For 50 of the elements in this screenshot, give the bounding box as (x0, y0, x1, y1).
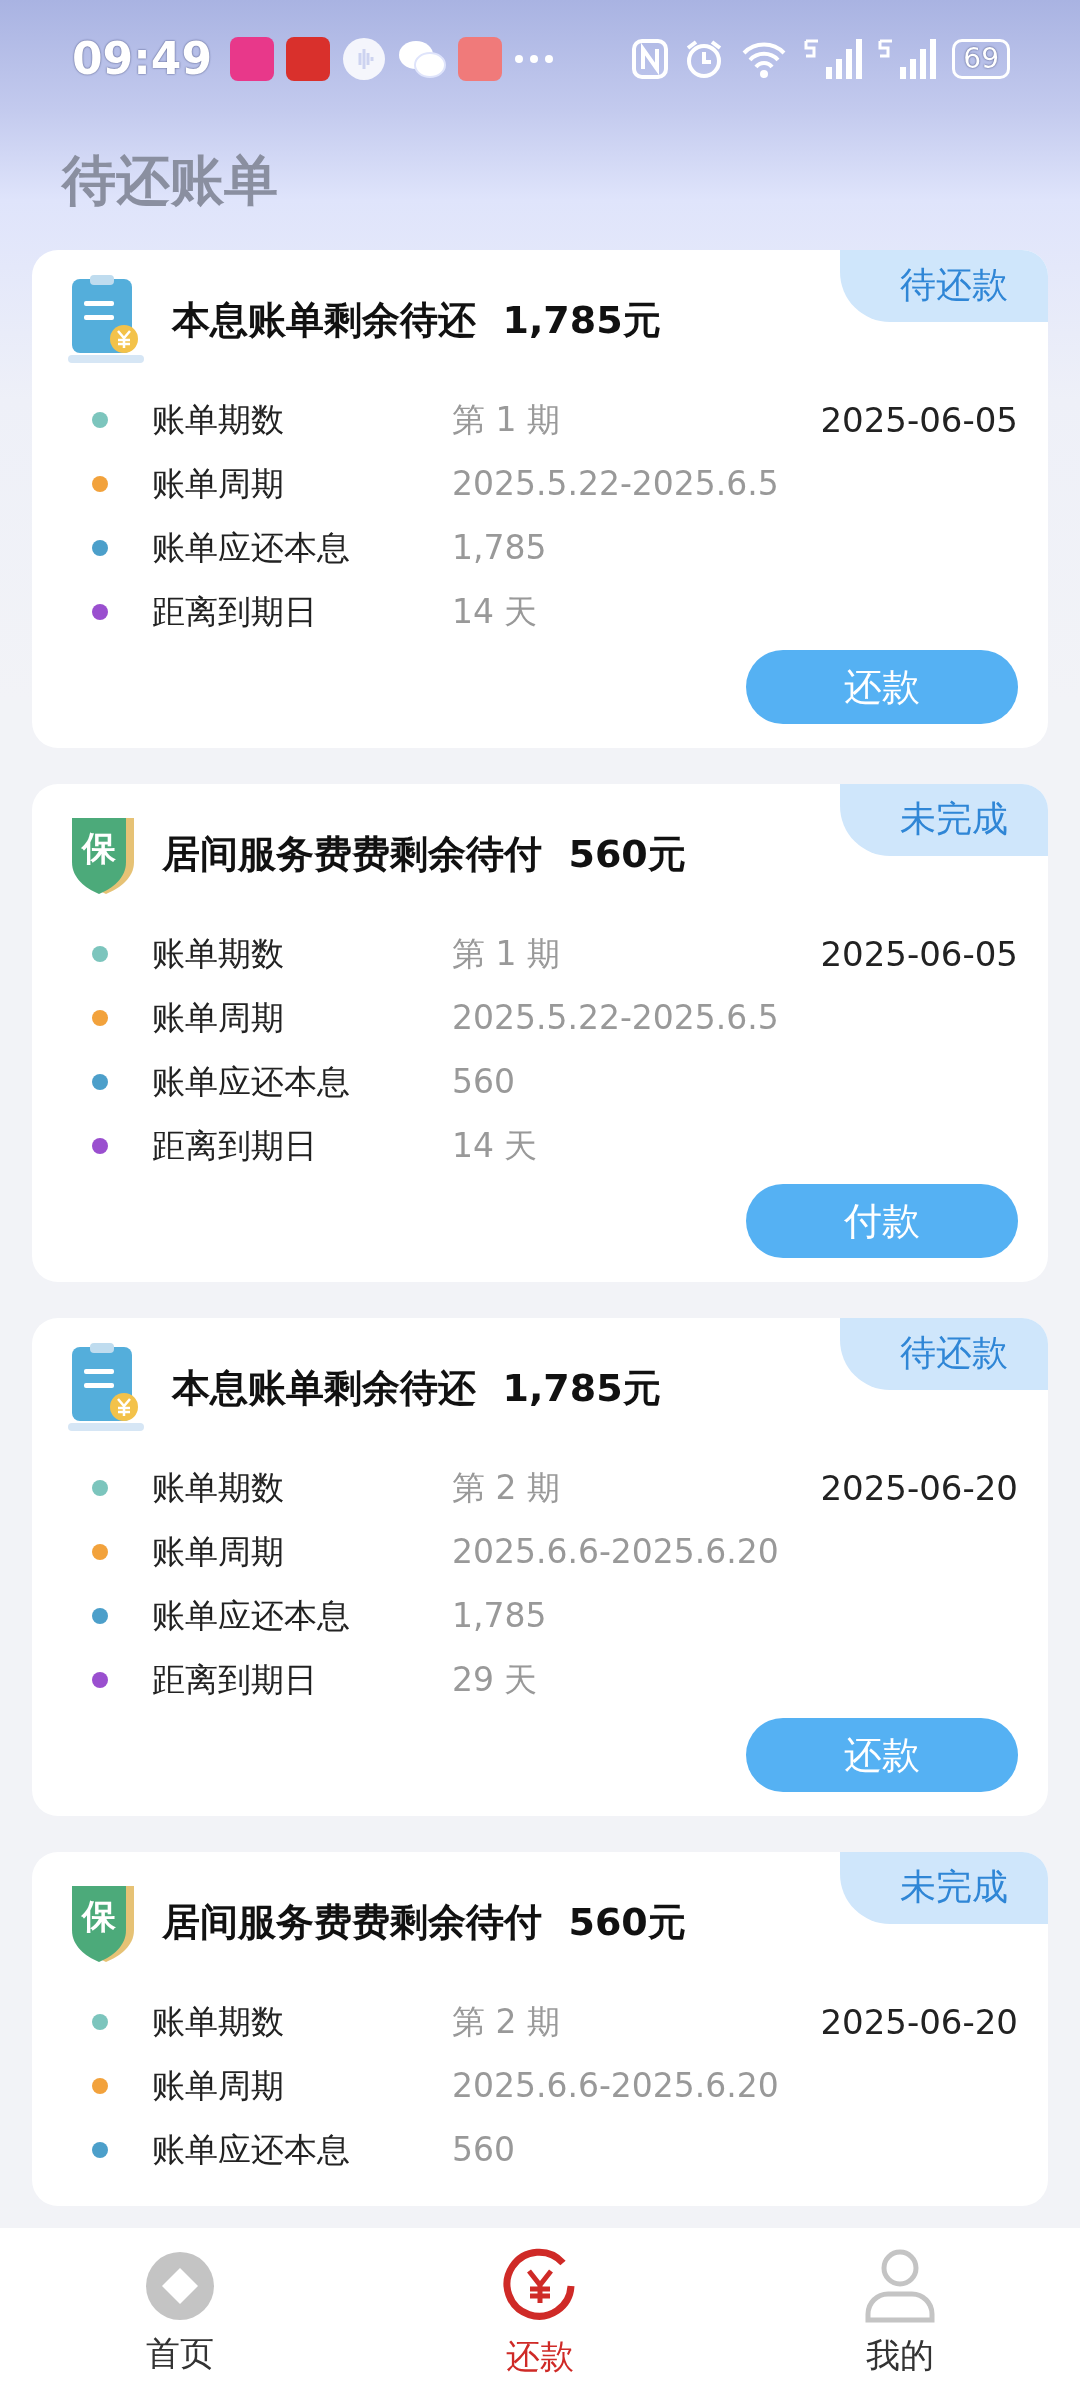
row-label: 账单周期 (152, 463, 285, 506)
row-value: 2025.6.6-2025.6.20 (452, 2065, 780, 2108)
row-value: 2025.5.22-2025.6.5 (452, 463, 780, 506)
row-label: 账单应还本息 (152, 527, 351, 570)
bill-title: 本息账单剩余待还 1,785元 (172, 1364, 661, 1412)
status-tag: 待还款 (840, 1318, 1048, 1390)
row-label: 距离到期日 (152, 1125, 318, 1168)
row-label: 账单应还本息 (152, 1061, 351, 1104)
nav-tab[interactable]: 首页 (0, 2228, 360, 2400)
status-time: 09:49 (72, 32, 213, 86)
row-label: 距离到期日 (152, 591, 318, 634)
row-value: 2025.6.6-2025.6.20 (452, 1531, 780, 1574)
row-value: 1,785 (452, 1595, 548, 1638)
row-value: 第 1 期 (452, 933, 561, 976)
row-value: 14 天 (452, 1125, 539, 1168)
row-label: 账单周期 (152, 997, 285, 1040)
row-value: 第 2 期 (452, 2001, 561, 2044)
row-label: 账单期数 (152, 933, 285, 976)
status-tag: 未完成 (840, 784, 1048, 856)
row-label: 账单应还本息 (152, 1595, 351, 1638)
row-label: 账单期数 (152, 2001, 285, 2044)
row-value: 第 2 期 (452, 1467, 561, 1510)
shield-label: 保 (80, 828, 117, 868)
status-tag: 未完成 (840, 1852, 1048, 1924)
bill-title: 居间服务费费剩余待付 560元 (162, 830, 686, 878)
row-value: 2025.5.22-2025.6.5 (452, 997, 780, 1040)
due-date: 2025-06-20 (820, 2000, 1018, 2044)
row-label: 距离到期日 (152, 1659, 318, 1702)
row-value: 第 1 期 (452, 399, 561, 442)
row-value: 14 天 (452, 591, 539, 634)
row-value: 560 (452, 1061, 516, 1104)
due-date: 2025-06-05 (820, 932, 1018, 976)
row-label: 账单应还本息 (152, 2129, 351, 2172)
row-label: 账单期数 (152, 1467, 285, 1510)
due-date: 2025-06-05 (820, 398, 1018, 442)
row-value: 29 天 (452, 1659, 539, 1702)
status-tag: 待还款 (840, 250, 1048, 322)
page-title: 待还账单 (60, 148, 279, 214)
battery-level: 69 (952, 39, 1010, 79)
nav-tab[interactable]: 还款 (360, 2228, 720, 2400)
row-label: 账单期数 (152, 399, 285, 442)
nav-tab[interactable]: 我的 (720, 2228, 1080, 2400)
due-date: 2025-06-20 (820, 1466, 1018, 1510)
row-value: 1,785 (452, 527, 548, 570)
shield-label: 保 (80, 1896, 117, 1936)
row-value: 560 (452, 2129, 516, 2172)
row-label: 账单周期 (152, 1531, 285, 1574)
bill-title: 本息账单剩余待还 1,785元 (172, 296, 661, 344)
bill-title: 居间服务费费剩余待付 560元 (162, 1898, 686, 1946)
row-label: 账单周期 (152, 2065, 285, 2108)
